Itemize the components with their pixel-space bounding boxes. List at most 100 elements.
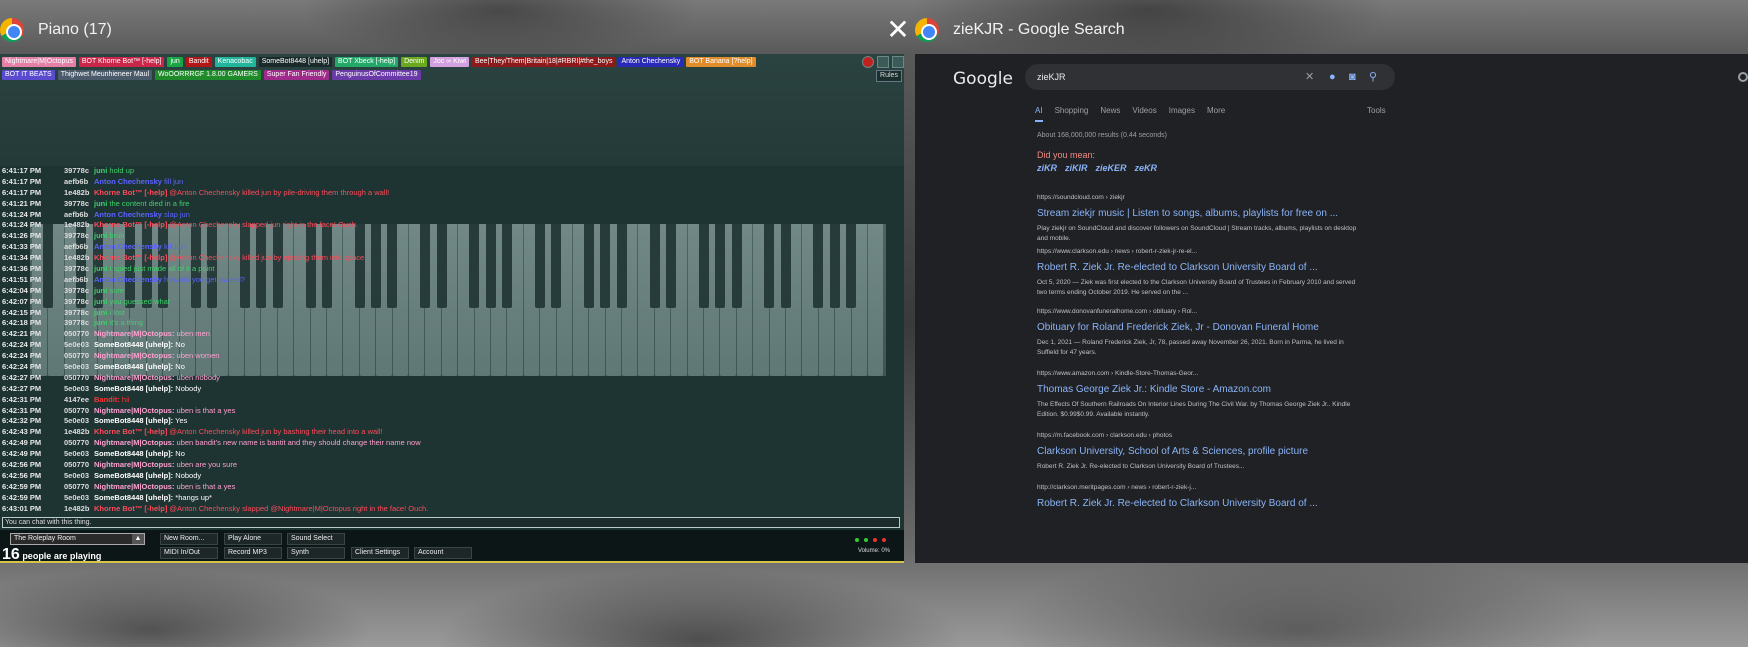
message-author[interactable]: SomeBot8448 [uhelp]: bbox=[94, 340, 173, 349]
message-author[interactable]: Nightmare|M|Octopus: bbox=[94, 438, 174, 447]
user-tag[interactable]: SomeBot8448 [uhelp] bbox=[258, 57, 333, 67]
user-tag[interactable]: Nightmare|M|Octopus bbox=[2, 57, 76, 67]
message-author[interactable]: Khorne Bot™ [-help] bbox=[94, 188, 167, 197]
user-tag[interactable]: Anton Chechensky bbox=[618, 57, 684, 67]
tab-shopping[interactable]: Shopping bbox=[1055, 106, 1089, 122]
result-url[interactable]: https://www.amazon.com › Kindle-Store-Th… bbox=[1037, 370, 1357, 377]
client-settings-button[interactable]: Client Settings bbox=[351, 547, 409, 559]
user-tag[interactable]: Thighwet Meunhieneer Maul bbox=[57, 70, 153, 80]
message-author[interactable]: SomeBot8448 [uhelp]: bbox=[94, 471, 173, 480]
sound-select-button[interactable]: Sound Select bbox=[287, 533, 345, 545]
result-title-link[interactable]: Thomas George Ziek Jr.: Kindle Store - A… bbox=[1037, 383, 1357, 396]
microphone-icon[interactable]: ● bbox=[1329, 64, 1336, 90]
message-author[interactable]: Khorne Bot™ [-help] bbox=[94, 427, 167, 436]
message-author[interactable]: juni bbox=[94, 199, 107, 208]
user-tag[interactable]: WoOORRRGF 1.8.00 GAMERS bbox=[155, 70, 261, 80]
result-title-link[interactable]: Robert R. Ziek Jr. Re-elected to Clarkso… bbox=[1037, 497, 1357, 510]
settings-icon[interactable] bbox=[892, 56, 904, 68]
message-author[interactable]: Anton Chechensky bbox=[94, 177, 162, 186]
new-room-button[interactable]: New Room... bbox=[160, 533, 218, 545]
user-tag[interactable]: BOT Xbeck [-help] bbox=[335, 57, 399, 67]
google-window-title[interactable]: zieKJR - Google Search bbox=[915, 10, 1125, 50]
result-url[interactable]: https://www.clarkson.edu › news › robert… bbox=[1037, 248, 1357, 255]
tab-more[interactable]: More bbox=[1207, 106, 1225, 122]
user-tag[interactable]: jun bbox=[167, 57, 183, 67]
record-mp3-button[interactable]: Record MP3 bbox=[224, 547, 282, 559]
user-tag[interactable]: Denim bbox=[401, 57, 428, 67]
message-author[interactable]: Anton Chechensky bbox=[94, 275, 162, 284]
message-author[interactable]: SomeBot8448 [uhelp]: bbox=[94, 384, 173, 393]
message-author[interactable]: juni bbox=[94, 264, 107, 273]
search-icon[interactable]: ⚲ bbox=[1369, 64, 1377, 90]
result-title-link[interactable]: Robert R. Ziek Jr. Re-elected to Clarkso… bbox=[1037, 261, 1357, 274]
volume-label[interactable]: Volume: 0% bbox=[858, 548, 890, 554]
tools-button[interactable]: Tools bbox=[1367, 106, 1386, 115]
piano-window[interactable]: Nightmare|M|Octopus BOT Khorne Bot™ [-hel… bbox=[0, 54, 904, 563]
rules-button[interactable]: Rules bbox=[876, 70, 902, 82]
result-title-link[interactable]: Clarkson University, School of Arts & Sc… bbox=[1037, 445, 1357, 458]
user-tag[interactable]: PenguinusOfCommittee19 bbox=[332, 70, 421, 80]
message-author[interactable]: juni bbox=[94, 166, 107, 175]
result-url[interactable]: https://soundcloud.com › ziekjr bbox=[1037, 194, 1357, 201]
message-author[interactable]: SomeBot8448 [uhelp]: bbox=[94, 416, 173, 425]
message-author[interactable]: Nightmare|M|Octopus: bbox=[94, 373, 174, 382]
message-author[interactable]: Nightmare|M|Octopus: bbox=[94, 406, 174, 415]
midi-button[interactable]: MIDI In/Out bbox=[160, 547, 218, 559]
tab-images[interactable]: Images bbox=[1169, 106, 1195, 122]
result-url[interactable]: https://m.facebook.com › clarkson.edu › … bbox=[1037, 432, 1357, 439]
result-url[interactable]: https://www.donovanfuneralhome.com › obi… bbox=[1037, 308, 1357, 315]
user-tag[interactable]: Super Fan Friendly bbox=[263, 70, 330, 80]
room-select[interactable]: The Roleplay Room ▲ bbox=[10, 533, 145, 545]
user-tag[interactable]: Kenacobac bbox=[214, 57, 256, 67]
suggestion-link[interactable]: ziKR bbox=[1037, 163, 1057, 173]
message-author[interactable]: Nightmare|M|Octopus: bbox=[94, 482, 174, 491]
camera-icon[interactable]: ◙ bbox=[1349, 64, 1356, 90]
message-author[interactable]: Nightmare|M|Octopus: bbox=[94, 351, 174, 360]
message-author[interactable]: SomeBot8448 [uhelp]: bbox=[94, 449, 173, 458]
clear-icon[interactable]: ✕ bbox=[1305, 64, 1314, 90]
message-author[interactable]: Bandit: bbox=[94, 395, 120, 404]
message-author[interactable]: juni bbox=[94, 286, 107, 295]
user-tag[interactable]: BOT IT BEATS bbox=[2, 70, 55, 80]
result-title-link[interactable]: Obituary for Roland Frederick Ziek, Jr -… bbox=[1037, 321, 1357, 334]
play-alone-button[interactable]: Play Alone bbox=[224, 533, 282, 545]
close-icon[interactable]: ✕ bbox=[884, 16, 912, 44]
gear-icon[interactable] bbox=[1738, 72, 1748, 82]
menu-icon[interactable] bbox=[877, 56, 889, 68]
suggestion-link[interactable]: zieKER bbox=[1096, 163, 1127, 173]
user-tag[interactable]: Bee|They/Them|Britain|18|#RBRI|#the_boys bbox=[471, 57, 616, 67]
message-author[interactable]: Anton Chechensky bbox=[94, 242, 162, 251]
record-indicator-icon[interactable] bbox=[862, 56, 874, 68]
result-title-link[interactable]: Stream ziekjr music | Listen to songs, a… bbox=[1037, 207, 1357, 220]
message-author[interactable]: SomeBot8448 [uhelp]: bbox=[94, 362, 173, 371]
message-author[interactable]: Khorne Bot™ [-help] bbox=[94, 220, 167, 229]
user-tag[interactable]: Joc ∞ Kiwi bbox=[430, 57, 469, 67]
user-tag[interactable]: Bandit bbox=[185, 57, 212, 67]
message-time: 6:43:01 PM bbox=[2, 503, 42, 513]
google-logo[interactable]: Google bbox=[953, 69, 1013, 89]
message-author[interactable]: Nightmare|M|Octopus: bbox=[94, 460, 174, 469]
tab-ai[interactable]: AI bbox=[1035, 106, 1043, 122]
message-author[interactable]: Khorne Bot™ [-help] bbox=[94, 504, 167, 513]
search-input[interactable]: zieKJR ✕ ● ◙ ⚲ bbox=[1025, 64, 1395, 90]
account-button[interactable]: Account bbox=[414, 547, 472, 559]
message-author[interactable]: Nightmare|M|Octopus: bbox=[94, 329, 174, 338]
suggestion-link[interactable]: zeKR bbox=[1135, 163, 1158, 173]
message-author[interactable]: juni bbox=[94, 297, 107, 306]
message-author[interactable]: Khorne Bot™ [-help] bbox=[94, 253, 167, 262]
message-author[interactable]: juni bbox=[94, 231, 107, 240]
message-author[interactable]: juni bbox=[94, 308, 107, 317]
user-tag[interactable]: BOT Khorne Bot™ [-help] bbox=[78, 57, 165, 67]
user-tag[interactable]: BOT Banana [?help] bbox=[686, 57, 756, 67]
piano-window-title[interactable]: Piano (17) bbox=[0, 10, 112, 50]
tab-videos[interactable]: Videos bbox=[1132, 106, 1156, 122]
google-window[interactable]: Google zieKJR ✕ ● ◙ ⚲ AI Shopping News Vide… bbox=[915, 54, 1748, 563]
message-author[interactable]: Anton Chechensky bbox=[94, 210, 162, 219]
message-author[interactable]: SomeBot8448 [uhelp]: bbox=[94, 493, 173, 502]
synth-button[interactable]: Synth bbox=[287, 547, 345, 559]
result-url[interactable]: http://clarkson.meritpages.com › news › … bbox=[1037, 484, 1357, 491]
suggestion-link[interactable]: ziKIR bbox=[1065, 163, 1088, 173]
message-author[interactable]: juni bbox=[94, 318, 107, 327]
chat-input[interactable]: You can chat with this thing. bbox=[2, 517, 900, 528]
tab-news[interactable]: News bbox=[1100, 106, 1120, 122]
